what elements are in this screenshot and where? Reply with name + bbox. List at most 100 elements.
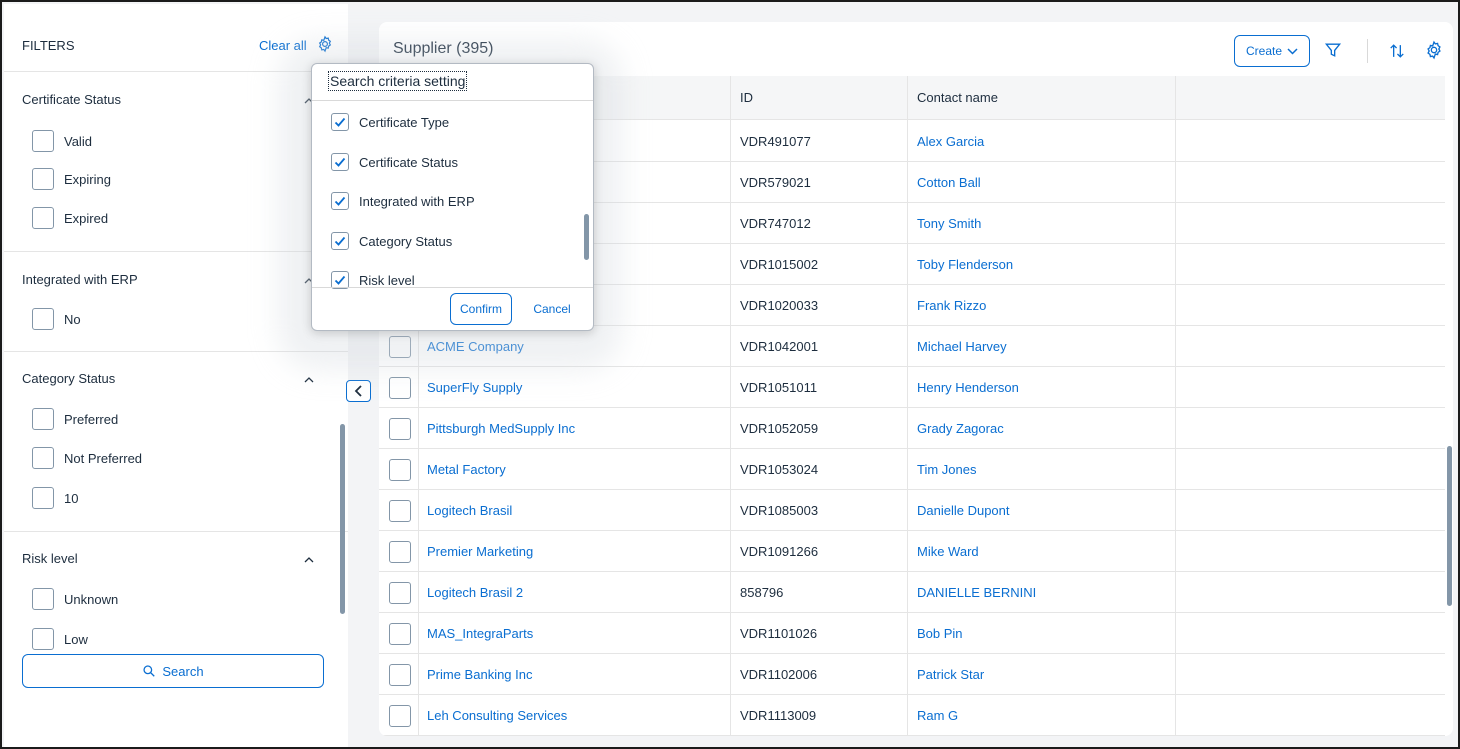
filter-option-checkbox[interactable]	[32, 628, 54, 650]
table-row[interactable]: SuperFly Supply VDR1051011 Henry Henderson	[379, 367, 1445, 408]
contact-name-link[interactable]: Grady Zagorac	[917, 421, 1004, 436]
chevron-up-icon[interactable]	[302, 373, 316, 387]
supplier-id: VDR1051011	[740, 380, 818, 395]
supplier-id: VDR491077	[740, 134, 811, 149]
table-row[interactable]: Premier Marketing VDR1091266 Mike Ward	[379, 531, 1445, 572]
contact-name-link[interactable]: Henry Henderson	[917, 380, 1019, 395]
row-checkbox[interactable]	[389, 705, 411, 727]
popover-scrollbar[interactable]	[584, 214, 589, 260]
filter-option[interactable]: Preferred	[32, 408, 118, 430]
table-row[interactable]: Logitech Brasil VDR1085003 Danielle Dupont	[379, 490, 1445, 531]
filter-option[interactable]: No	[32, 308, 81, 330]
column-header-id[interactable]: ID	[740, 90, 753, 105]
sort-icon[interactable]	[1387, 41, 1407, 61]
create-button-label: Create	[1245, 44, 1283, 58]
confirm-button[interactable]: Confirm	[450, 293, 512, 325]
column-divider	[907, 76, 908, 736]
contact-name-link[interactable]: Michael Harvey	[917, 339, 1007, 354]
supplier-name-link[interactable]: Metal Factory	[427, 462, 506, 477]
checkmark-icon	[334, 275, 346, 285]
filter-option[interactable]: 10	[32, 487, 78, 509]
filter-option-checkbox[interactable]	[32, 447, 54, 469]
filter-option-label: Unknown	[64, 591, 119, 607]
filter-option[interactable]: Unknown	[32, 588, 118, 610]
column-header-contact[interactable]: Contact name	[917, 90, 998, 105]
filter-option-checkbox[interactable]	[32, 408, 54, 430]
cancel-button[interactable]: Cancel	[520, 293, 584, 325]
supplier-name-link[interactable]: Logitech Brasil 2	[427, 585, 523, 600]
filter-option-checkbox[interactable]	[32, 168, 54, 190]
filters-scrollbar[interactable]	[340, 424, 345, 614]
search-button-label: Search	[162, 663, 204, 679]
row-checkbox[interactable]	[389, 541, 411, 563]
contact-name-link[interactable]: Tim Jones	[917, 462, 976, 477]
filter-group: Risk level Unknown Low	[4, 532, 348, 650]
row-checkbox[interactable]	[389, 582, 411, 604]
criteria-item[interactable]: Certificate Status	[331, 152, 458, 172]
criteria-item[interactable]: Integrated with ERP	[331, 191, 475, 211]
row-checkbox[interactable]	[389, 418, 411, 440]
table-row[interactable]: Logitech Brasil 2 858796 DANIELLE BERNINI	[379, 572, 1445, 613]
contact-name-link[interactable]: Mike Ward	[917, 544, 979, 559]
supplier-name-link[interactable]: MAS_IntegraParts	[427, 626, 533, 641]
criteria-item[interactable]: Category Status	[331, 231, 452, 251]
filter-option-label: No	[64, 311, 81, 327]
table-row[interactable]: Prime Banking Inc VDR1102006 Patrick Star	[379, 654, 1445, 695]
contact-name-link[interactable]: Danielle Dupont	[917, 503, 1010, 518]
table-row[interactable]: Metal Factory VDR1053024 Tim Jones	[379, 449, 1445, 490]
filter-option-checkbox[interactable]	[32, 588, 54, 610]
filter-icon[interactable]	[1323, 40, 1343, 60]
filter-option-checkbox[interactable]	[32, 130, 54, 152]
row-checkbox[interactable]	[389, 664, 411, 686]
collapse-filters-button[interactable]	[346, 380, 371, 402]
filter-option-label: Preferred	[64, 411, 119, 427]
supplier-id: VDR1020033	[740, 298, 819, 313]
filter-option[interactable]: Expired	[32, 207, 108, 229]
contact-name-link[interactable]: Frank Rizzo	[917, 298, 986, 313]
contact-name-link[interactable]: Cotton Ball	[917, 175, 981, 190]
criteria-checkbox[interactable]	[331, 232, 349, 250]
filter-option-checkbox[interactable]	[32, 308, 54, 330]
table-row[interactable]: Pittsburgh MedSupply Inc VDR1052059 Grady …	[379, 408, 1445, 449]
contact-name-link[interactable]: DANIELLE BERNINI	[917, 585, 1036, 600]
supplier-name-link[interactable]: Premier Marketing	[427, 544, 533, 559]
contact-name-link[interactable]: Ram G	[917, 708, 958, 723]
row-checkbox[interactable]	[389, 623, 411, 645]
table-scrollbar[interactable]	[1447, 446, 1452, 606]
contact-name-link[interactable]: Patrick Star	[917, 667, 984, 682]
contact-name-link[interactable]: Alex Garcia	[917, 134, 984, 149]
contact-name-link[interactable]: Tony Smith	[917, 216, 981, 231]
filter-option[interactable]: Low	[32, 628, 88, 650]
filter-option[interactable]: Valid	[32, 130, 92, 152]
criteria-label: Certificate Type	[359, 114, 450, 130]
supplier-name-link[interactable]: Pittsburgh MedSupply Inc	[427, 421, 575, 436]
filter-option[interactable]: Not Preferred	[32, 447, 142, 469]
checkmark-icon	[334, 117, 346, 127]
row-checkbox[interactable]	[389, 459, 411, 481]
supplier-id: VDR1042001	[740, 339, 819, 354]
supplier-name-link[interactable]: Leh Consulting Services	[427, 708, 567, 723]
checkmark-icon	[334, 157, 346, 167]
gear-icon[interactable]	[1424, 40, 1444, 60]
supplier-name-link[interactable]: Prime Banking Inc	[427, 667, 533, 682]
row-checkbox[interactable]	[389, 500, 411, 522]
contact-name-link[interactable]: Bob Pin	[917, 626, 963, 641]
filter-option-checkbox[interactable]	[32, 207, 54, 229]
criteria-checkbox[interactable]	[331, 153, 349, 171]
criteria-checkbox[interactable]	[331, 192, 349, 210]
filter-option[interactable]: Expiring	[32, 168, 111, 190]
contact-name-link[interactable]: Toby Flenderson	[917, 257, 1013, 272]
create-button[interactable]: Create	[1234, 35, 1310, 67]
search-button[interactable]: Search	[22, 654, 324, 688]
row-checkbox[interactable]	[389, 377, 411, 399]
supplier-id: VDR1015002	[740, 257, 819, 272]
criteria-item[interactable]: Certificate Type	[331, 112, 449, 132]
table-row[interactable]: MAS_IntegraParts VDR1101026 Bob Pin	[379, 613, 1445, 654]
supplier-name-link[interactable]: Logitech Brasil	[427, 503, 512, 518]
chevron-up-icon[interactable]	[302, 553, 316, 567]
supplier-name-link[interactable]: SuperFly Supply	[427, 380, 522, 395]
criteria-checkbox[interactable]	[331, 113, 349, 131]
table-row[interactable]: Leh Consulting Services VDR1113009 Ram G	[379, 695, 1445, 736]
filter-option-checkbox[interactable]	[32, 487, 54, 509]
filter-option-label: Expired	[64, 210, 109, 226]
